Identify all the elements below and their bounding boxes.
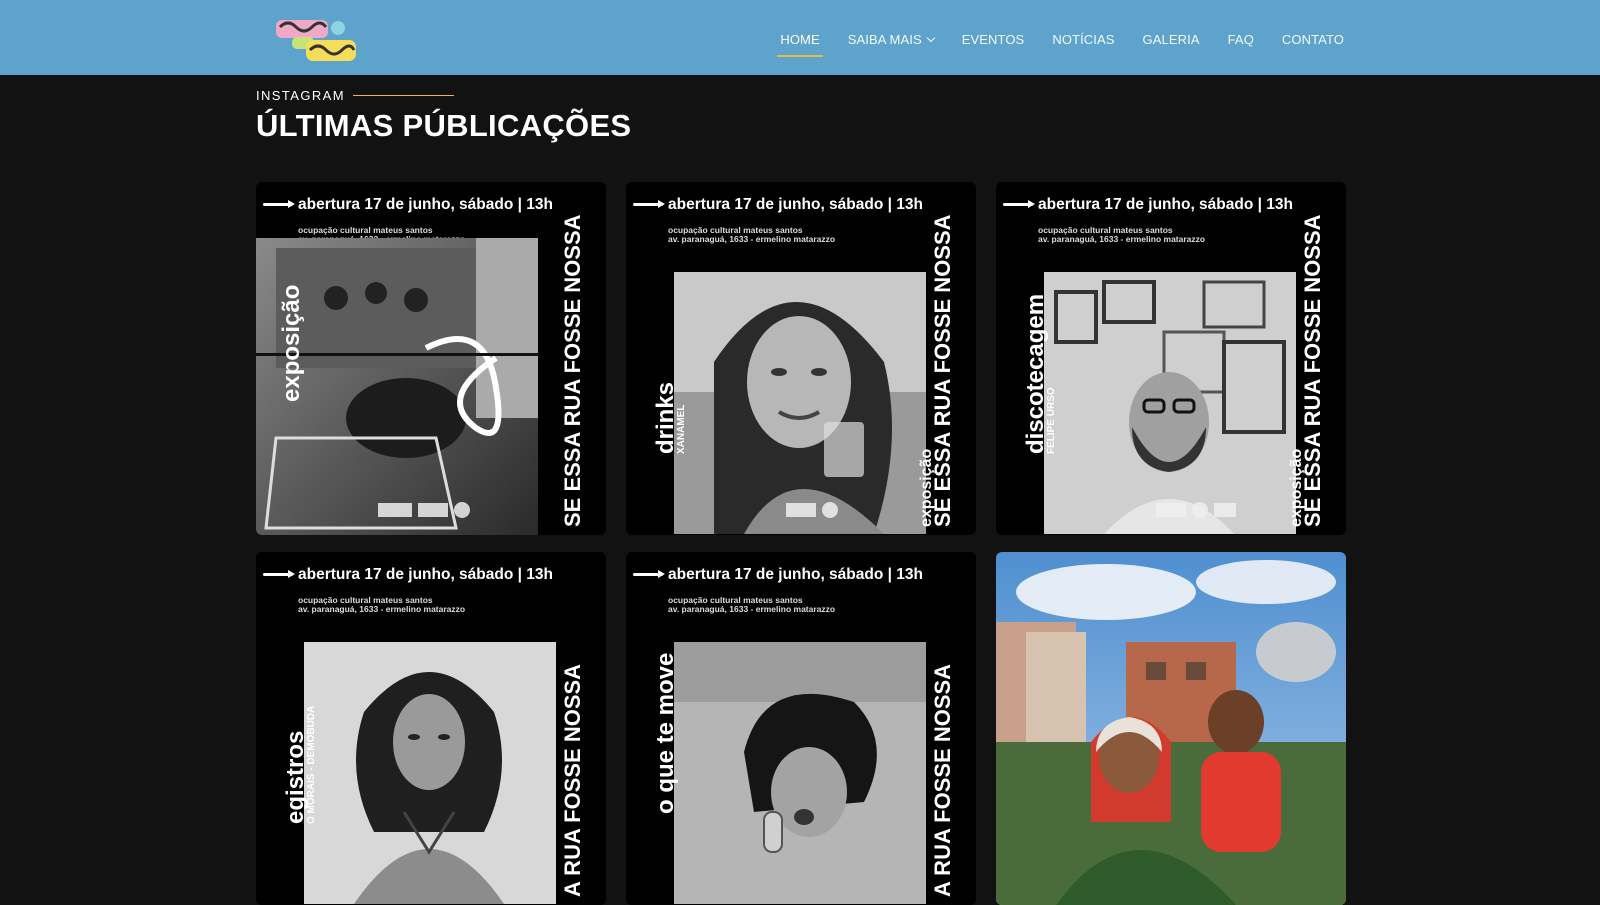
post-side-title: SE ESSA RUA FOSSE NOSSA <box>560 214 585 527</box>
post-photo-singer-microphone <box>674 642 926 904</box>
instagram-post-3[interactable]: abertura 17 de junho, sábado | 13h ocupa… <box>996 182 1346 535</box>
post-title-vertical: o que te move <box>652 652 679 814</box>
arrow-icon <box>633 570 665 578</box>
instagram-post-6[interactable] <box>996 552 1346 905</box>
nav-eventos-label: EVENTOS <box>961 32 1025 47</box>
arrow-icon <box>263 200 295 208</box>
nav-galeria[interactable]: GALERIA <box>1143 32 1200 47</box>
nav-saiba-mais[interactable]: SAIBA MAIS <box>847 32 935 47</box>
post-photo-grandmother-child <box>996 552 1346 905</box>
post-headline: abertura 17 de junho, sábado | 13h <box>668 566 923 583</box>
nav-noticias[interactable]: NOTÍCIAS <box>1052 32 1114 47</box>
post-photo-bearded-man <box>1044 272 1296 534</box>
site-logo[interactable] <box>272 17 358 63</box>
post-street: av. paranaguá, 1633 - ermelino matarazzo <box>668 234 836 244</box>
post-headline: abertura 17 de junho, sábado | 13h <box>1038 196 1293 213</box>
chevron-down-icon <box>926 33 935 42</box>
nav-eventos[interactable]: EVENTOS <box>962 32 1025 47</box>
post-side-title: SE ESSA RUA FOSSE NOSSA <box>1300 214 1325 527</box>
post-street: av. paranaguá, 1633 - ermelino matarazzo <box>298 604 466 614</box>
arrow-icon <box>1003 200 1035 208</box>
main-nav: HOME SAIBA MAIS EVENTOS NOTÍCIAS GALERIA… <box>777 32 1344 57</box>
nav-saiba-mais-label: SAIBA MAIS <box>847 32 922 47</box>
nav-contato[interactable]: CONTATO <box>1282 32 1344 47</box>
instagram-post-2[interactable]: abertura 17 de junho, sábado | 13h ocupa… <box>626 182 976 535</box>
post-headline: abertura 17 de junho, sábado | 13h <box>668 196 923 213</box>
instagram-post-5[interactable]: abertura 17 de junho, sábado | 13h ocupa… <box>626 552 976 905</box>
nav-home[interactable]: HOME <box>777 32 824 57</box>
post-address: ocupação cultural mateus santosav. paran… <box>298 596 465 614</box>
post-address: ocupação cultural mateus santosav. paran… <box>1038 226 1205 244</box>
post-address: ocupação cultural mateus santosav. paran… <box>668 226 835 244</box>
post-side-title: A RUA FOSSE NOSSA <box>560 663 585 897</box>
post-photo-woman-portrait <box>674 272 926 534</box>
post-headline: abertura 17 de junho, sábado | 13h <box>298 196 553 213</box>
post-title-vertical: exposição <box>278 284 305 402</box>
sponsor-logos <box>1156 502 1236 518</box>
nav-noticias-label: NOTÍCIAS <box>1052 32 1115 47</box>
post-side-title: SE ESSA RUA FOSSE NOSSA <box>930 214 955 527</box>
post-subtitle-vertical: FELIPE URSO <box>1046 387 1057 454</box>
section-kicker: INSTAGRAM <box>256 88 454 103</box>
arrow-icon <box>633 200 665 208</box>
post-subtitle-vertical: O MORAIS - DEMOBUDA <box>306 705 317 824</box>
nav-galeria-label: GALERIA <box>1142 32 1200 47</box>
sponsor-logos <box>378 502 470 518</box>
section-title: ÚLTIMAS PÚBLICAÇÕES <box>256 108 632 143</box>
post-side-title: A RUA FOSSE NOSSA <box>930 663 955 897</box>
nav-contato-label: CONTATO <box>1281 32 1344 47</box>
post-street: av. paranaguá, 1633 - ermelino matarazzo <box>668 604 836 614</box>
nav-home-label: HOME <box>780 32 820 47</box>
post-photo-man-curly-hair <box>304 642 556 904</box>
kicker-divider <box>352 95 454 96</box>
post-street: av. paranaguá, 1633 - ermelino matarazzo <box>1038 234 1206 244</box>
instagram-post-4[interactable]: abertura 17 de junho, sábado | 13h ocupa… <box>256 552 606 905</box>
top-navbar: HOME SAIBA MAIS EVENTOS NOTÍCIAS GALERIA… <box>0 0 1600 75</box>
nav-faq[interactable]: FAQ <box>1228 32 1254 47</box>
post-headline: abertura 17 de junho, sábado | 13h <box>298 566 553 583</box>
instagram-post-1[interactable]: abertura 17 de junho, sábado | 13h ocupa… <box>256 182 606 535</box>
sponsor-logos <box>786 502 838 518</box>
nav-faq-label: FAQ <box>1227 32 1254 47</box>
post-address: ocupação cultural mateus santosav. paran… <box>668 596 835 614</box>
post-subtitle-vertical: XANAMEL <box>676 404 687 454</box>
section-kicker-label: INSTAGRAM <box>256 88 345 103</box>
arrow-icon <box>263 570 295 578</box>
